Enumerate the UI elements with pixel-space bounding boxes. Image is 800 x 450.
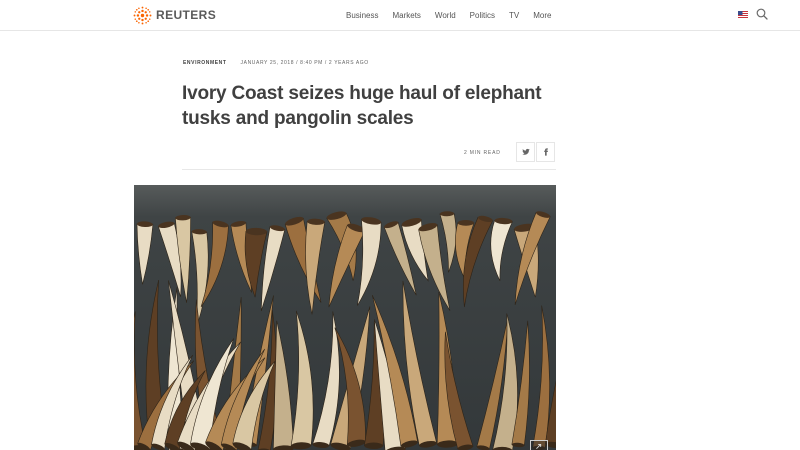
share-bar: 2 Min Read <box>182 141 556 170</box>
expand-arrow-icon <box>536 444 542 450</box>
nav-tv[interactable]: TV <box>509 11 519 20</box>
read-time: 2 Min Read <box>464 150 501 156</box>
photo-elephant-tusks <box>134 185 556 450</box>
nav-world[interactable]: World <box>435 11 456 20</box>
twitter-icon <box>521 148 530 155</box>
nav-markets[interactable]: Markets <box>392 11 420 20</box>
section-link[interactable]: Environment <box>183 60 227 66</box>
reuters-logo[interactable]: REUTERS <box>133 5 216 25</box>
search-icon[interactable] <box>756 8 768 20</box>
facebook-share-button[interactable] <box>536 142 555 162</box>
reuters-logo-icon <box>133 6 152 24</box>
article-meta: Environment January 25, 2018 / 8:40 PM /… <box>183 60 369 66</box>
article-headline: Ivory Coast seizes huge haul of elephant… <box>182 83 542 129</box>
nav-business[interactable]: Business <box>346 11 378 20</box>
facebook-icon <box>543 148 548 156</box>
logo-wordmark: REUTERS <box>156 8 217 22</box>
expand-icon[interactable] <box>530 440 548 450</box>
us-flag-icon[interactable] <box>738 11 748 18</box>
twitter-share-button[interactable] <box>516 142 535 162</box>
nav-more[interactable]: More <box>533 11 551 20</box>
main-nav: Business Markets World Politics TV More <box>339 0 558 31</box>
nav-politics[interactable]: Politics <box>470 11 495 20</box>
site-header: REUTERS Business Markets World Politics … <box>0 0 800 31</box>
article-photo[interactable] <box>134 185 556 450</box>
article-date: January 25, 2018 / 8:40 PM / 2 years ago <box>240 60 369 66</box>
